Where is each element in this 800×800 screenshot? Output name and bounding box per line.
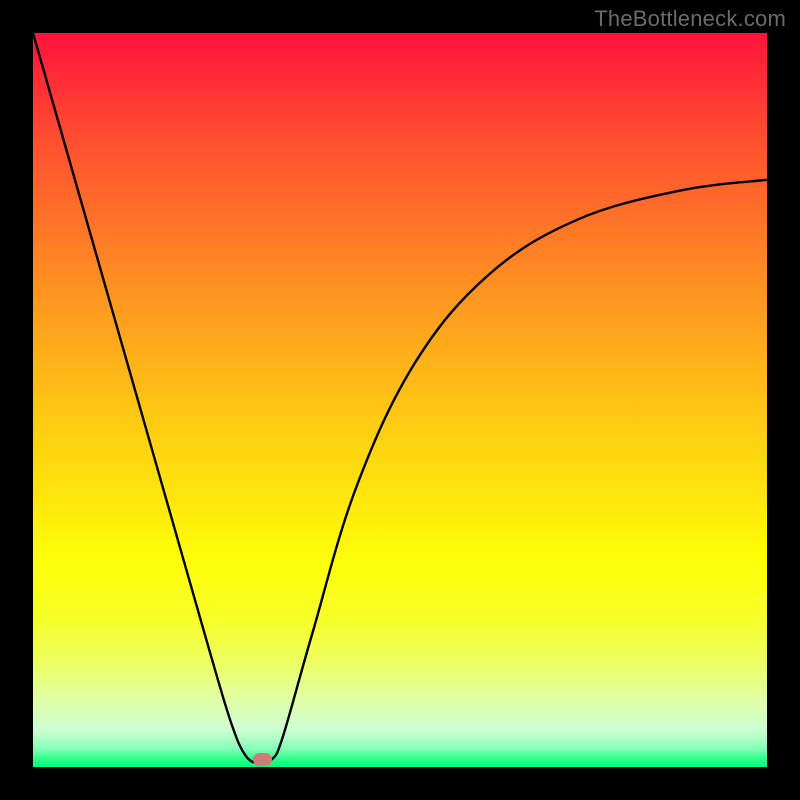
curve-path [33, 33, 767, 764]
watermark-text: TheBottleneck.com [594, 6, 786, 32]
minimum-marker [253, 753, 272, 766]
bottleneck-curve [33, 33, 767, 767]
chart-plot-area [33, 33, 767, 767]
